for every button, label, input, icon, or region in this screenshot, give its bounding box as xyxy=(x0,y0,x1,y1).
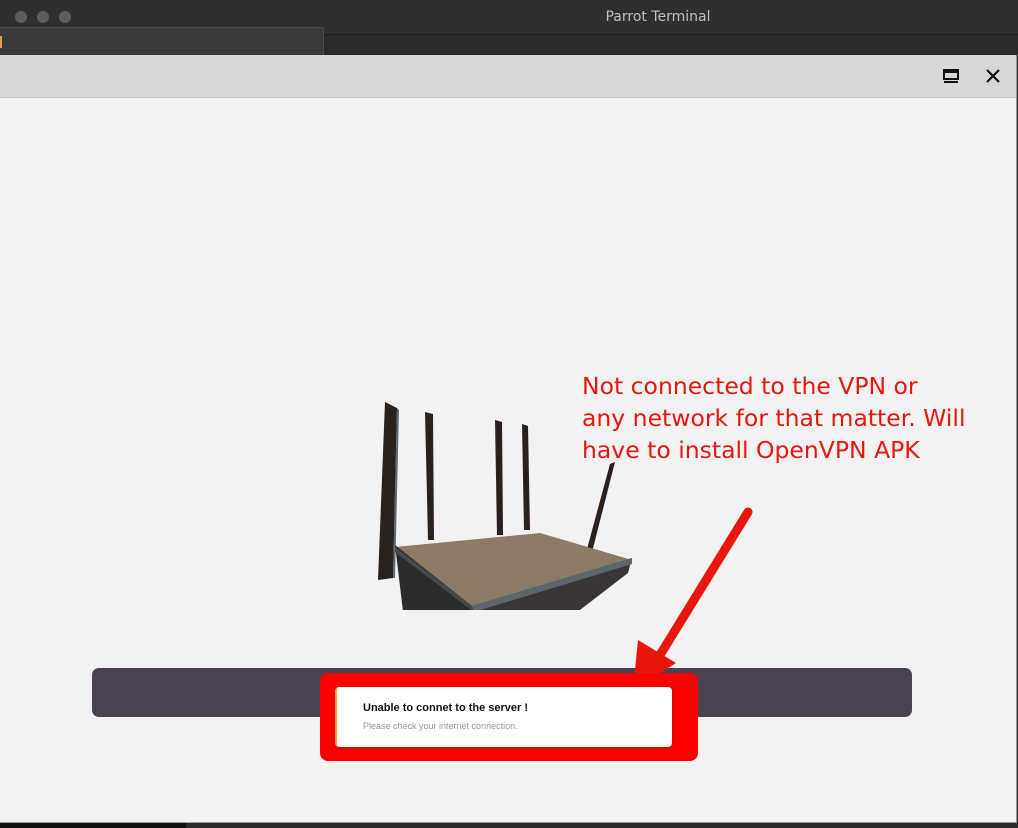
toast-message: Please check your internet connection. xyxy=(363,721,518,731)
router-antenna xyxy=(584,462,615,560)
router-antenna xyxy=(522,424,530,530)
terminal-tab[interactable] xyxy=(0,27,324,57)
annotation-text: Not connected to the VPN or any network … xyxy=(582,372,966,464)
emulator-toolbar xyxy=(0,55,1016,98)
close-icon[interactable] xyxy=(981,64,1005,88)
error-toast[interactable]: Unable to connet to the server ! Please … xyxy=(335,687,672,747)
toast-title: Unable to connet to the server ! xyxy=(363,702,529,714)
router-antenna xyxy=(495,420,503,535)
router-antenna xyxy=(425,412,434,540)
window-restore-icon[interactable] xyxy=(939,64,963,88)
terminal-tab-marker xyxy=(0,36,2,48)
terminal-title: Parrot Terminal xyxy=(605,9,711,25)
